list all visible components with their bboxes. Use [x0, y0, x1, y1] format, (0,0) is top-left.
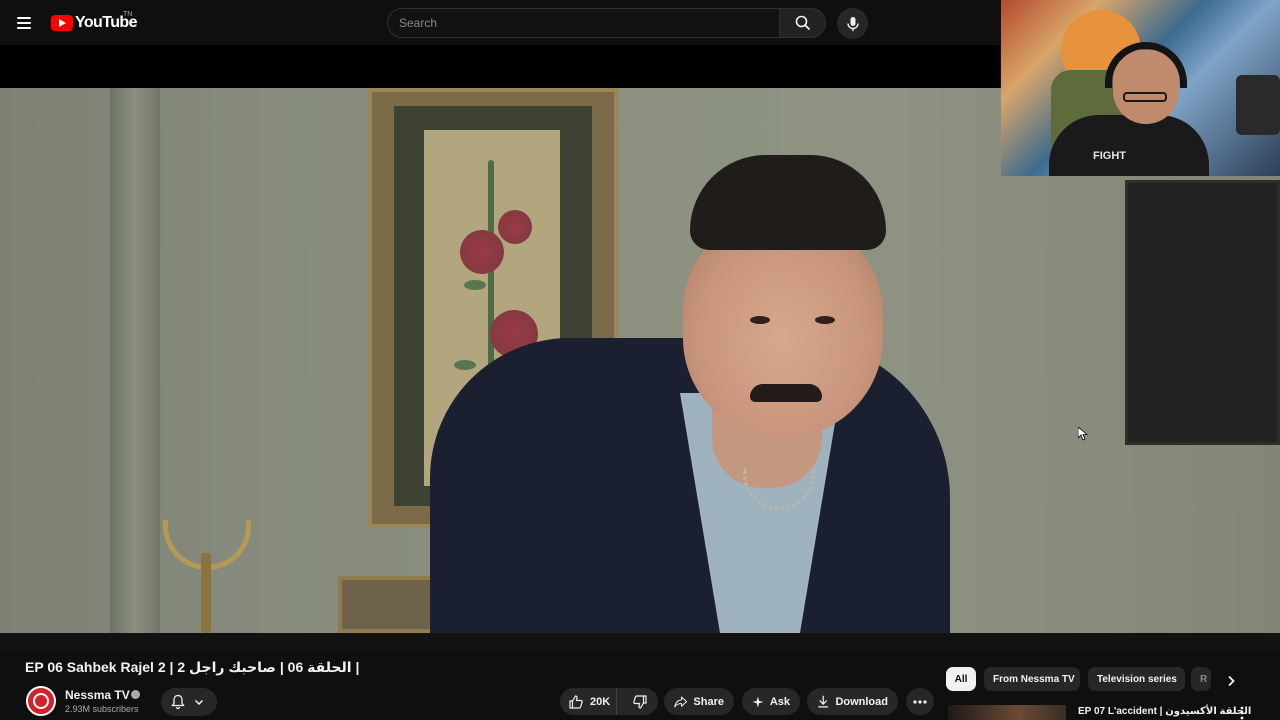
download-button[interactable]: Download: [807, 688, 898, 715]
channel-avatar[interactable]: [26, 686, 56, 716]
thumbs-up-icon: [569, 694, 583, 709]
channel-name[interactable]: Nessma TV: [65, 688, 130, 702]
recommendation-thumbnail[interactable]: [948, 705, 1066, 720]
actor-face: [683, 218, 883, 438]
like-count: 20K: [590, 695, 611, 708]
bell-icon: [171, 694, 185, 710]
chevron-down-icon: [194, 699, 204, 706]
chips-next-button[interactable]: [1220, 670, 1242, 692]
scene-screen: [1125, 180, 1280, 445]
video-title: EP 06 Sahbek Rajel 2 | الحلقة 06 | صاحبك…: [25, 659, 360, 675]
like-dislike-group: 20K: [560, 688, 658, 715]
streamer-webcam: FIGHT: [1001, 0, 1280, 176]
chip-partial[interactable]: R: [1191, 667, 1211, 691]
voice-search-button[interactable]: [837, 8, 868, 39]
chip-all[interactable]: All: [946, 667, 976, 691]
microphone-icon: [846, 16, 859, 31]
microphone-arm: [1236, 75, 1280, 135]
share-label: Share: [693, 695, 724, 708]
subscription-bell-button[interactable]: [161, 688, 217, 716]
player-bottom-letterbox: [0, 633, 1280, 650]
download-icon: [818, 695, 829, 708]
chip-from-nessma-tv[interactable]: From Nessma TV: [984, 667, 1080, 691]
verified-icon: [131, 690, 140, 699]
masthead: YouTube TN: [0, 0, 1000, 45]
scene-pillar: [110, 88, 160, 633]
dislike-button[interactable]: [623, 688, 658, 715]
sparkle-icon: [752, 696, 764, 707]
webcam-shirt-text: FIGHT: [1093, 150, 1126, 162]
country-code: TN: [123, 11, 133, 18]
more-vertical-icon[interactable]: [1238, 706, 1246, 720]
search-icon: [795, 15, 810, 31]
search-input[interactable]: [388, 9, 779, 37]
ask-label: Ask: [769, 695, 790, 708]
search-button[interactable]: [779, 8, 826, 38]
chip-television-series[interactable]: Television series: [1088, 667, 1185, 691]
subscriber-count: 2.93M subscribers: [65, 704, 139, 714]
scene-lower-frame: [338, 576, 438, 633]
thumbs-down-icon: [633, 694, 647, 709]
more-horizontal-icon: [913, 699, 927, 704]
ask-button[interactable]: Ask: [742, 688, 800, 715]
more-actions-button[interactable]: [906, 688, 934, 715]
download-label: Download: [835, 695, 888, 708]
share-icon: [674, 695, 688, 708]
chevron-right-icon: [1228, 675, 1235, 687]
share-button[interactable]: Share: [664, 688, 734, 715]
search-box: [387, 8, 780, 38]
like-button[interactable]: 20K: [560, 688, 617, 715]
menu-icon[interactable]: [14, 12, 36, 34]
play-logo-icon: [51, 15, 73, 31]
mouse-cursor-icon: [1078, 427, 1088, 441]
recommendation-title[interactable]: EP 07 L'accident | الحلقة الأكسيدون: [1078, 706, 1251, 717]
player-top-letterbox: [0, 45, 1000, 88]
